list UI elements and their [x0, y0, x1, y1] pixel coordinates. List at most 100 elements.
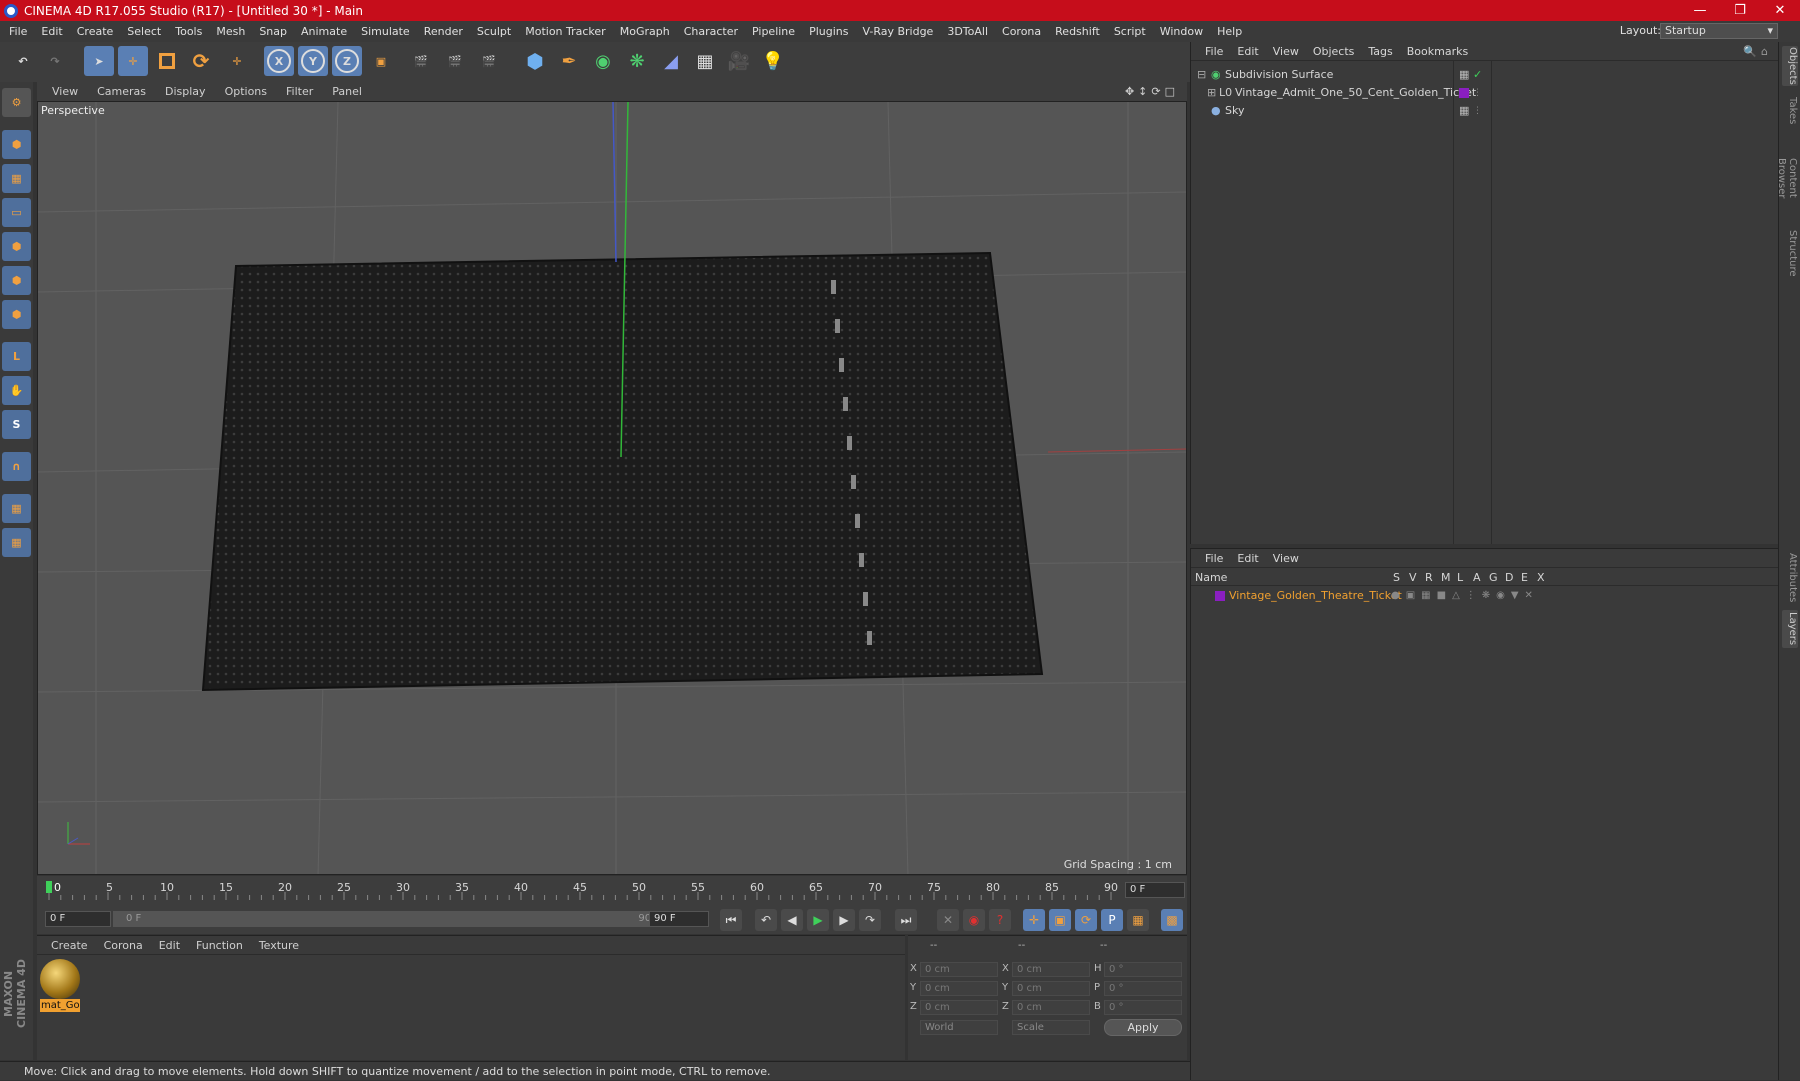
layer-row[interactable]: Vintage_Golden_Theatre_Ticket ●▣▦■△⋮❋◉▼✕	[1191, 587, 1779, 605]
menu-create[interactable]: Create	[77, 25, 114, 38]
viewport-menu-filter[interactable]: Filter	[286, 85, 313, 98]
menu-simulate[interactable]: Simulate	[361, 25, 410, 38]
tab-takes[interactable]: Takes	[1782, 94, 1798, 128]
menu-plugins[interactable]: Plugins	[809, 25, 848, 38]
camera-icon[interactable]: 🎥	[724, 46, 754, 76]
layer-color-swatch[interactable]	[1459, 88, 1469, 98]
grid-snap-icon[interactable]: ▦	[2, 528, 31, 557]
tab-objects[interactable]: Objects	[1782, 46, 1798, 86]
floor-icon[interactable]: ▦	[690, 46, 720, 76]
menu-sculpt[interactable]: Sculpt	[477, 25, 511, 38]
frame-range-slider[interactable]: 0 F 90 F	[113, 911, 679, 927]
keyframe-selection-icon[interactable]: ?	[989, 909, 1011, 931]
rotation-h-field[interactable]: 0 °	[1104, 962, 1182, 977]
coordinate-system-icon[interactable]: ▣	[366, 46, 396, 76]
lm-menu-edit[interactable]: Edit	[1237, 552, 1258, 565]
material-swatch[interactable]: mat_Gol	[40, 959, 80, 1013]
rotate-icon[interactable]: ⟳	[186, 46, 216, 76]
previous-frame-icon[interactable]: ◀	[781, 909, 803, 931]
material-menu-function[interactable]: Function	[196, 939, 243, 952]
visibility-dots-icon[interactable]: ⋮	[1473, 102, 1482, 120]
move-multi-icon[interactable]: ✛	[222, 46, 252, 76]
rotation-b-field[interactable]: 0 °	[1104, 1000, 1182, 1015]
layer-flag-icons[interactable]: ●▣▦■△⋮❋◉▼✕	[1391, 587, 1539, 605]
menu-snap[interactable]: Snap	[259, 25, 287, 38]
key-pla-icon[interactable]: ▦	[1127, 909, 1149, 931]
position-x-field[interactable]: 0 cm	[920, 962, 998, 977]
visibility-icon[interactable]: ▦	[1459, 66, 1469, 84]
apply-button[interactable]: Apply	[1104, 1019, 1182, 1036]
viewport-menu-panel[interactable]: Panel	[332, 85, 362, 98]
enabled-check-icon[interactable]: ✓	[1473, 66, 1482, 84]
menu-corona[interactable]: Corona	[1002, 25, 1041, 38]
make-editable-icon[interactable]: ⚙	[2, 88, 31, 117]
z-axis-icon[interactable]: Z	[332, 46, 362, 76]
collapse-icon[interactable]: ⊟	[1197, 66, 1206, 84]
subdivision-icon[interactable]: ◉	[588, 46, 618, 76]
tab-attributes[interactable]: Attributes	[1782, 552, 1798, 604]
menu-pipeline[interactable]: Pipeline	[752, 25, 795, 38]
om-menu-tags[interactable]: Tags	[1368, 45, 1392, 58]
om-menu-objects[interactable]: Objects	[1313, 45, 1355, 58]
menu-motion-tracker[interactable]: Motion Tracker	[525, 25, 605, 38]
position-z-field[interactable]: 0 cm	[920, 1000, 998, 1015]
menu-select[interactable]: Select	[127, 25, 161, 38]
viewport-menu-display[interactable]: Display	[165, 85, 206, 98]
render-view-icon[interactable]: 🎬	[406, 46, 436, 76]
render-picture-viewer-icon[interactable]: 🎬	[440, 46, 470, 76]
visibility-icon[interactable]: ▦	[1459, 102, 1469, 120]
om-menu-file[interactable]: File	[1205, 45, 1223, 58]
edit-render-settings-icon[interactable]: 🎬	[474, 46, 504, 76]
size-mode-select[interactable]: Scale	[1012, 1020, 1090, 1035]
timeline-ruler[interactable]: 0 5 10 15 20 25 30 35 40 45 50 55 60 65 …	[37, 876, 1187, 904]
menu-render[interactable]: Render	[424, 25, 463, 38]
texture-mode-icon[interactable]: ▦	[2, 164, 31, 193]
snap-magnet-icon[interactable]: ∩	[2, 452, 31, 481]
menu-mesh[interactable]: Mesh	[216, 25, 245, 38]
record-keys-icon[interactable]: ✕	[937, 909, 959, 931]
undo-icon[interactable]: ↶	[8, 46, 38, 76]
3d-viewport[interactable]: Perspective Grid Spacing : 1 cm	[37, 101, 1187, 875]
light-icon[interactable]: 💡	[758, 46, 788, 76]
key-parameter-icon[interactable]: P	[1101, 909, 1123, 931]
expand-icon[interactable]: ⊞	[1207, 84, 1216, 102]
material-menu-corona[interactable]: Corona	[104, 939, 143, 952]
material-menu-create[interactable]: Create	[51, 939, 88, 952]
viewport-menu-options[interactable]: Options	[225, 85, 267, 98]
rotation-p-field[interactable]: 0 °	[1104, 981, 1182, 996]
layer-color-swatch[interactable]	[1215, 591, 1225, 601]
visibility-dots-icon[interactable]: ⋮	[1473, 84, 1482, 102]
menu-mograph[interactable]: MoGraph	[620, 25, 670, 38]
x-axis-icon[interactable]: X	[264, 46, 294, 76]
tab-layers[interactable]: Layers	[1782, 610, 1798, 648]
size-z-field[interactable]: 0 cm	[1012, 1000, 1090, 1015]
menu-redshift[interactable]: Redshift	[1055, 25, 1100, 38]
size-y-field[interactable]: 0 cm	[1012, 981, 1090, 996]
lm-menu-view[interactable]: View	[1273, 552, 1299, 565]
om-menu-edit[interactable]: Edit	[1237, 45, 1258, 58]
om-menu-bookmarks[interactable]: Bookmarks	[1407, 45, 1468, 58]
object-row[interactable]: ⊟ ◉ Subdivision Surface ▦ ✓	[1191, 66, 1779, 84]
select-arrow-icon[interactable]: ➤	[84, 46, 114, 76]
tab-structure[interactable]: Structure	[1782, 228, 1798, 278]
menu-character[interactable]: Character	[684, 25, 738, 38]
deformer-icon[interactable]: ◢	[656, 46, 686, 76]
menu-window[interactable]: Window	[1160, 25, 1203, 38]
tweak-mode-icon[interactable]: ✋	[2, 376, 31, 405]
close-icon[interactable]: ✕	[1760, 0, 1800, 21]
key-scale-icon[interactable]: ▣	[1049, 909, 1071, 931]
scale-icon[interactable]	[152, 46, 182, 76]
solo-icon[interactable]: S	[2, 410, 31, 439]
menu-script[interactable]: Script	[1114, 25, 1146, 38]
lm-menu-file[interactable]: File	[1205, 552, 1223, 565]
go-to-start-icon[interactable]: ⏮	[720, 909, 742, 931]
menu-3dtoall[interactable]: 3DToAll	[947, 25, 988, 38]
edges-mode-icon[interactable]: ⬢	[2, 266, 31, 295]
layout-select[interactable]: Startup ▾	[1660, 23, 1778, 39]
tab-content-browser[interactable]: Content Browser	[1776, 138, 1798, 218]
viewport-menu-cameras[interactable]: Cameras	[97, 85, 146, 98]
minimize-icon[interactable]: —	[1680, 0, 1720, 21]
cube-icon[interactable]: ⬢	[520, 46, 550, 76]
cloner-icon[interactable]: ❋	[622, 46, 652, 76]
polygons-mode-icon[interactable]: ⬢	[2, 300, 31, 329]
